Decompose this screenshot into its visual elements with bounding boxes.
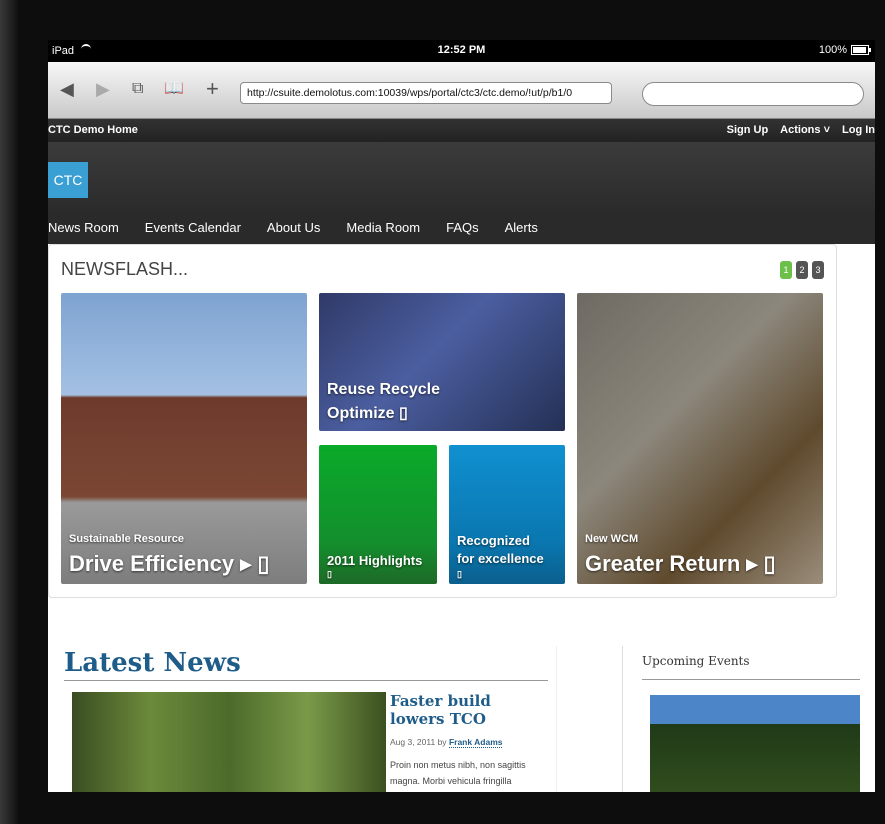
latest-news-title: Latest News [64, 648, 241, 678]
nav-faqs[interactable]: FAQs [446, 220, 479, 235]
tile-greater-return[interactable]: New WCM Greater Return ▸ ▯ [577, 293, 823, 584]
tile-headline: Greater Return ▸ ▯ [585, 551, 776, 576]
nav-about-us[interactable]: About Us [267, 220, 320, 235]
tile-kicker: New WCM [585, 533, 639, 545]
url-field[interactable]: http://csuite.demolotus.com:10039/wps/po… [240, 82, 612, 104]
browser-toolbar: ◀ ▶ ⧉ 📖 + http://csuite.demolotus.com:10… [48, 62, 875, 119]
main-nav: News Room Events Calendar About Us Media… [48, 212, 875, 244]
add-icon[interactable]: + [206, 78, 219, 100]
search-field[interactable] [642, 82, 864, 106]
tile-headline-2: Optimize ▯ [327, 405, 408, 422]
pager-page-3[interactable]: 3 [812, 261, 824, 279]
newsflash-pager: 1 2 3 [780, 261, 824, 279]
status-bar: iPad 12:52 PM 100% [48, 40, 875, 62]
tile-headline-2: for excellence [457, 551, 544, 566]
newsflash-title: NEWSFLASH... [61, 259, 189, 279]
battery-icon [851, 45, 871, 55]
nav-alerts[interactable]: Alerts [505, 220, 538, 235]
tabs-icon[interactable]: ⧉ [132, 80, 143, 98]
tile-reuse-recycle[interactable]: Reuse Recycle Optimize ▯ [319, 293, 565, 431]
ctc-logo[interactable]: CTC [48, 162, 88, 198]
site-top-bar: CTC Demo Home Sign Up Actions ˅ Log In [48, 118, 875, 142]
tile-headline: Reuse Recycle [327, 381, 440, 398]
actions-menu[interactable]: Actions ˅ [780, 124, 830, 136]
nav-events-calendar[interactable]: Events Calendar [145, 220, 241, 235]
tile-kicker: Sustainable Resource [69, 533, 184, 545]
log-in-link[interactable]: Log In [842, 124, 875, 136]
news-article-author[interactable]: Frank Adams [448, 737, 503, 748]
news-article-headline[interactable]: Faster build lowers TCO [390, 692, 550, 728]
tile-headline: 2011 Highlights [327, 553, 423, 568]
upcoming-events-title: Upcoming Events [642, 654, 750, 668]
newsflash-panel: NEWSFLASH... 1 2 3 Sustainable Resource … [48, 244, 837, 598]
clock: 12:52 PM [437, 44, 486, 56]
battery-status: 100% [819, 44, 871, 56]
news-article-body: Proin non metus nibh, non sagittis magna… [390, 760, 526, 786]
column-divider [556, 646, 557, 792]
top-right-links: Sign Up Actions ˅ Log In [727, 124, 875, 136]
pager-page-2[interactable]: 2 [796, 261, 808, 279]
tile-headline: Drive Efficiency ▸ ▯ [69, 551, 270, 576]
tile-headline: Recognized [457, 533, 530, 548]
tile-marker: ▯ [327, 569, 332, 579]
back-arrow-icon[interactable]: ◀ [60, 80, 74, 98]
latest-news-rule [64, 680, 548, 681]
nav-news-room[interactable]: News Room [48, 220, 119, 235]
site-banner: CTC [48, 142, 875, 212]
news-article-image[interactable] [72, 692, 386, 792]
nav-media-room[interactable]: Media Room [346, 220, 420, 235]
upcoming-events-rule [642, 679, 860, 680]
forward-arrow-icon[interactable]: ▶ [96, 80, 110, 98]
tile-recognized[interactable]: Recognized for excellence ▯ [449, 445, 565, 584]
news-article-meta: Aug 3, 2011 by Frank Adams [390, 737, 503, 748]
tile-2011-highlights[interactable]: 2011 Highlights ▯ [319, 445, 437, 584]
upcoming-event-image[interactable] [650, 695, 860, 792]
tile-marker: ▯ [457, 569, 462, 579]
news-article-date: Aug 3, 2011 by [390, 737, 447, 747]
top-left-links[interactable]: CTC Demo Home [48, 124, 138, 136]
sign-up-link[interactable]: Sign Up [727, 124, 769, 136]
tile-drive-efficiency[interactable]: Sustainable Resource Drive Efficiency ▸ … [61, 293, 307, 584]
column-divider [622, 646, 623, 792]
bookmarks-icon[interactable]: 📖 [164, 80, 184, 98]
pager-page-1[interactable]: 1 [780, 261, 792, 279]
